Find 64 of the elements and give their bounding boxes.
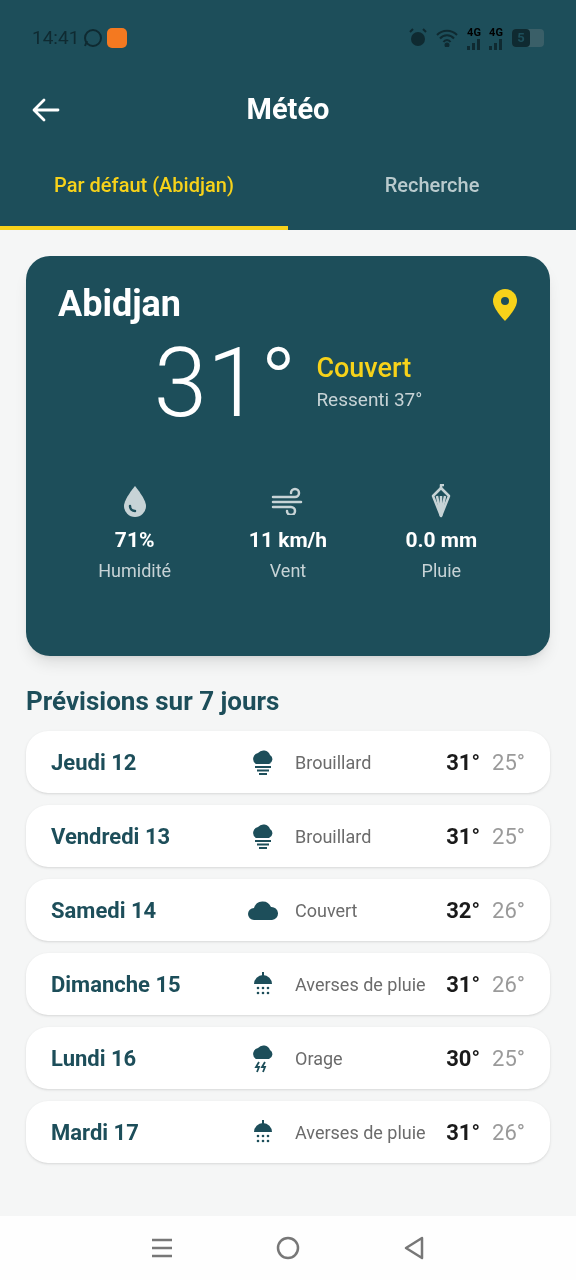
day-condition: Orage xyxy=(295,1046,344,1071)
stat-label: Humidité xyxy=(98,558,172,583)
home-circle-icon xyxy=(276,1236,300,1260)
low-temperature: 25° xyxy=(492,748,525,777)
network-type: 4G xyxy=(489,26,503,38)
city-name: Abidjan xyxy=(58,282,182,327)
high-temperature: 31° xyxy=(446,822,481,851)
day-condition: Averses de pluie xyxy=(295,1120,427,1145)
high-temperature: 32° xyxy=(446,896,481,925)
high-temperature: 31° xyxy=(446,970,481,999)
signal-icon xyxy=(466,37,482,50)
forecast-row[interactable]: Jeudi 12 Brouillard 31° 25° xyxy=(26,731,550,793)
tab[interactable]: Par défaut (Abidjan) xyxy=(0,144,288,230)
network-type: 4G xyxy=(467,26,481,38)
back-button[interactable] xyxy=(30,96,62,124)
day-condition: Averses de pluie xyxy=(295,972,427,997)
day-label: Jeudi 12 xyxy=(51,748,138,777)
day-label: Mardi 17 xyxy=(51,1118,140,1147)
stat-value: 0.0 mm xyxy=(405,527,478,554)
low-temperature: 26° xyxy=(492,970,525,999)
low-temperature: 25° xyxy=(492,822,525,851)
signal-icon xyxy=(488,37,504,50)
forecast-row[interactable]: Lundi 16 Orage 30° 25° xyxy=(26,1027,550,1089)
location-pin-icon xyxy=(492,287,518,322)
low-temperature: 26° xyxy=(492,896,525,925)
current-temperature: 31° xyxy=(153,335,297,431)
high-temperature: 31° xyxy=(446,748,481,777)
day-condition: Brouillard xyxy=(295,824,373,849)
day-label: Dimanche 15 xyxy=(51,970,182,999)
section-title: Prévisions sur 7 jours xyxy=(26,685,281,718)
alarm-icon xyxy=(408,28,428,48)
low-temperature: 26° xyxy=(492,1118,525,1147)
stat-label: Vent xyxy=(269,558,307,583)
water-drop-icon xyxy=(121,485,148,517)
current-condition: Couvert xyxy=(316,351,413,386)
forecast-row[interactable]: Mardi 17 Averses de pluie 31° 26° xyxy=(26,1101,550,1163)
wind-icon xyxy=(271,487,305,515)
back-arrow-icon xyxy=(32,98,60,122)
day-label: Vendredi 13 xyxy=(51,822,172,851)
forecast-row[interactable]: Vendredi 13 Brouillard 31° 25° xyxy=(26,805,550,867)
back-triangle-icon xyxy=(402,1236,425,1260)
screen-title: Météo xyxy=(246,91,330,129)
day-label: Lundi 16 xyxy=(51,1044,138,1073)
day-condition: Couvert xyxy=(295,898,359,923)
app-notification-icon xyxy=(107,28,128,48)
tab[interactable]: Recherche xyxy=(288,144,576,230)
low-temperature: 25° xyxy=(492,1044,525,1073)
rain-shower-icon xyxy=(252,1119,274,1145)
stat-value: 11 km/h xyxy=(248,527,328,554)
cloud-icon xyxy=(247,898,279,922)
forecast-row[interactable]: Samedi 14 Couvert 32° 26° xyxy=(26,879,550,941)
high-temperature: 31° xyxy=(446,1118,481,1147)
day-label: Samedi 14 xyxy=(51,896,158,925)
forecast-row[interactable]: Dimanche 15 Averses de pluie 31° 26° xyxy=(26,953,550,1015)
day-condition: Brouillard xyxy=(295,750,373,775)
stat-value: 71% xyxy=(114,527,155,554)
menu-icon xyxy=(151,1237,174,1259)
high-temperature: 30° xyxy=(446,1044,481,1073)
rain-shower-icon xyxy=(252,971,274,997)
closed-umbrella-icon xyxy=(430,484,453,518)
chat-app-icon xyxy=(83,28,104,48)
stat-label: Pluie xyxy=(421,558,462,583)
feels-like: Ressenti 37° xyxy=(316,386,423,413)
wifi-icon xyxy=(436,29,458,47)
